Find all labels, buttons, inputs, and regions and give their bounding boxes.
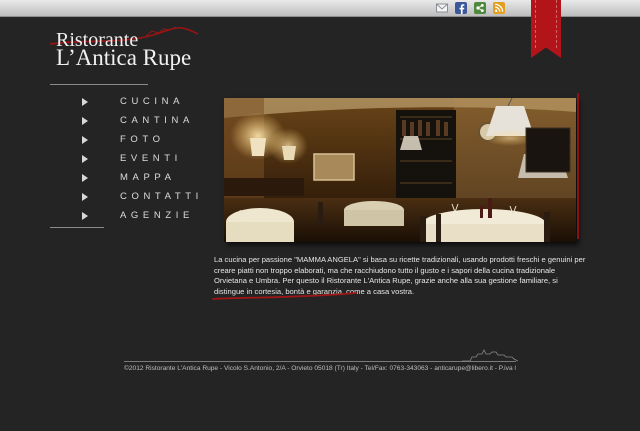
email-icon[interactable]: [436, 2, 448, 14]
nav-item-contatti[interactable]: CONTATTI: [82, 187, 203, 206]
photo-accent-line: [577, 93, 579, 239]
share-icon[interactable]: [474, 2, 486, 14]
arrow-right-icon: [82, 97, 88, 106]
red-swoosh-icon: [212, 292, 357, 300]
nav-top-divider: [50, 84, 148, 85]
footer-text: ©2012 Ristorante L'Antica Rupe - Vicolo …: [124, 365, 516, 372]
nav-bottom-divider: [50, 227, 104, 228]
arrow-right-icon: [82, 211, 88, 220]
main-nav: CUCINA CANTINA FOTO EVENTI MAPPA CONTATT…: [82, 92, 203, 225]
nav-item-eventi[interactable]: EVENTI: [82, 149, 203, 168]
arrow-right-icon: [82, 154, 88, 163]
nav-item-foto[interactable]: FOTO: [82, 130, 203, 149]
footer-divider: [124, 361, 516, 362]
bookmark-ribbon: [531, 0, 561, 58]
arrow-right-icon: [82, 116, 88, 125]
skyline-icon: [462, 349, 518, 362]
rss-icon[interactable]: [493, 2, 505, 14]
logo-line-2[interactable]: L’Antica Rupe: [56, 45, 191, 71]
nav-item-agenzie[interactable]: AGENZIE: [82, 206, 203, 225]
restaurant-photo: [224, 98, 576, 242]
arrow-right-icon: [82, 173, 88, 182]
nav-item-mappa[interactable]: MAPPA: [82, 168, 203, 187]
nav-item-cucina[interactable]: CUCINA: [82, 92, 203, 111]
arrow-right-icon: [82, 192, 88, 201]
nav-item-cantina[interactable]: CANTINA: [82, 111, 203, 130]
arrow-right-icon: [82, 135, 88, 144]
facebook-icon[interactable]: [455, 2, 467, 14]
